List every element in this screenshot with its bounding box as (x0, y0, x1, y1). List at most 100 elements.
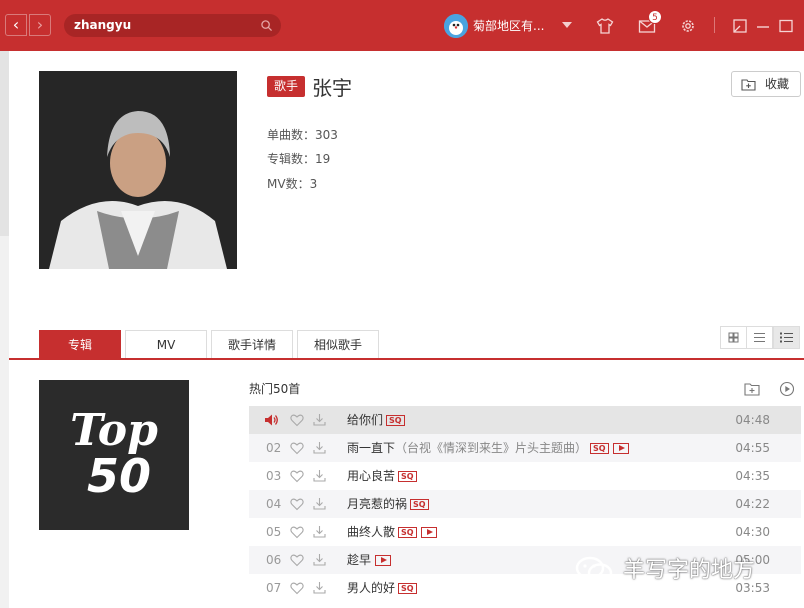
tab-albums[interactable]: 专辑 (39, 330, 121, 359)
left-scrollbar[interactable] (0, 51, 9, 608)
left-scrollbar-thumb[interactable] (0, 51, 9, 236)
collect-label: 收藏 (765, 77, 790, 91)
watermark-text: 羊写字的地方 (623, 558, 756, 583)
top50-cover[interactable]: Top 50 (39, 380, 189, 530)
view-list-button[interactable] (746, 326, 773, 349)
sq-badge: SQ (590, 443, 609, 454)
song-index: 03 (266, 469, 282, 483)
mv-count: MV数：3 (267, 177, 318, 191)
like-heart-icon[interactable] (290, 469, 304, 483)
song-row[interactable]: 05 曲终人散 SQ 04:30 (249, 518, 801, 546)
song-row[interactable]: 04 月亮惹的祸 SQ 04:22 (249, 490, 801, 518)
like-heart-icon[interactable] (290, 441, 304, 455)
hot-songs-title: 热门50首 (249, 382, 301, 396)
sq-badge: SQ (398, 527, 417, 538)
mv-icon[interactable] (420, 527, 437, 538)
artist-name: 张宇 (312, 76, 352, 100)
add-to-folder-icon[interactable] (744, 381, 760, 397)
song-title-text: 趁早 (347, 553, 372, 567)
now-playing-speaker-icon (265, 414, 278, 426)
song-title-text: 用心良苦 (347, 469, 396, 483)
tab-artist-details[interactable]: 歌手详情 (211, 330, 293, 359)
user-name[interactable]: 菊部地区有... (473, 17, 544, 34)
search-icon[interactable] (261, 20, 272, 31)
artist-type-tag: 歌手 (267, 76, 305, 97)
single-count: 单曲数：303 (267, 128, 338, 142)
detail-list-view-icon (780, 332, 793, 343)
mv-icon[interactable] (375, 555, 392, 566)
song-title-text: 男人的好 (347, 581, 396, 595)
song-title-text: 给你们 (347, 413, 384, 427)
song-title[interactable]: 月亮惹的祸 SQ (347, 490, 429, 518)
tab-underline (9, 358, 804, 360)
sq-badge: SQ (398, 471, 417, 482)
settings-gear-icon[interactable] (679, 17, 697, 35)
maximize-icon[interactable] (777, 17, 795, 35)
search-value: zhangyu (74, 18, 132, 32)
like-heart-icon[interactable] (290, 581, 304, 595)
song-duration: 04:48 (735, 413, 770, 427)
song-index: 04 (266, 497, 282, 511)
user-menu-caret-icon[interactable] (562, 22, 572, 28)
song-title[interactable]: 用心良苦 SQ (347, 462, 417, 490)
download-icon[interactable] (313, 553, 326, 566)
download-icon[interactable] (313, 581, 326, 594)
song-title[interactable]: 男人的好 SQ (347, 574, 417, 602)
song-row[interactable]: 03 用心良苦 SQ 04:35 (249, 462, 801, 490)
minimize-icon[interactable] (754, 17, 772, 35)
download-icon[interactable] (313, 497, 326, 510)
tab-mv[interactable]: MV (125, 330, 207, 359)
view-detail-list-button[interactable] (773, 326, 800, 349)
search-input[interactable]: zhangyu (64, 14, 281, 37)
song-title[interactable]: 给你们 SQ (347, 406, 405, 434)
song-row[interactable]: 02 雨一直下（台视《情深到来生》片头主题曲） SQ 04:55 (249, 434, 801, 462)
cover-line-50: 50 (87, 449, 151, 503)
mini-mode-icon[interactable] (731, 17, 749, 35)
play-all-icon[interactable] (779, 381, 795, 397)
view-grid-button[interactable] (720, 326, 747, 349)
song-title-text: 曲终人散 (347, 525, 396, 539)
song-index: 06 (266, 553, 282, 567)
song-duration: 04:30 (735, 525, 770, 539)
like-heart-icon[interactable] (290, 413, 304, 427)
user-avatar[interactable] (444, 14, 468, 38)
song-title-text: 月亮惹的祸 (347, 497, 408, 511)
album-count: 专辑数：19 (267, 152, 331, 166)
list-view-icon (754, 333, 765, 342)
download-icon[interactable] (313, 469, 326, 482)
song-index: 05 (266, 525, 282, 539)
sq-badge: SQ (410, 499, 429, 510)
download-icon[interactable] (313, 413, 326, 426)
collect-button[interactable]: 收藏 (731, 71, 801, 97)
song-subtitle: （台视《情深到来生》片头主题曲） (395, 441, 588, 455)
forward-button[interactable]: › (29, 14, 51, 36)
artist-photo (39, 71, 237, 269)
window-controls-divider (714, 17, 715, 33)
sq-badge: SQ (398, 583, 417, 594)
wechat-icon (575, 556, 613, 583)
song-title-text: 雨一直下 (347, 441, 396, 455)
folder-add-icon (741, 79, 756, 91)
grid-view-icon (728, 332, 739, 343)
like-heart-icon[interactable] (290, 553, 304, 567)
mv-icon[interactable] (612, 443, 629, 454)
song-title[interactable]: 雨一直下（台视《情深到来生》片头主题曲） SQ (347, 434, 629, 462)
song-row[interactable]: 给你们 SQ 04:48 (249, 406, 801, 434)
tab-similar-artists[interactable]: 相似歌手 (297, 330, 379, 359)
song-title[interactable]: 曲终人散 SQ (347, 518, 437, 546)
song-duration: 04:35 (735, 469, 770, 483)
title-bar: ‹ › zhangyu 菊部地区有... 5 (0, 0, 804, 51)
song-title[interactable]: 趁早 (347, 546, 392, 574)
download-icon[interactable] (313, 525, 326, 538)
back-button[interactable]: ‹ (5, 14, 27, 36)
song-duration: 04:22 (735, 497, 770, 511)
song-index: 07 (266, 581, 282, 595)
like-heart-icon[interactable] (290, 525, 304, 539)
sq-badge: SQ (386, 415, 405, 426)
song-index: 02 (266, 441, 282, 455)
download-icon[interactable] (313, 441, 326, 454)
skin-shirt-icon[interactable] (596, 17, 614, 35)
song-duration: 04:55 (735, 441, 770, 455)
message-count-badge: 5 (648, 10, 662, 24)
like-heart-icon[interactable] (290, 497, 304, 511)
